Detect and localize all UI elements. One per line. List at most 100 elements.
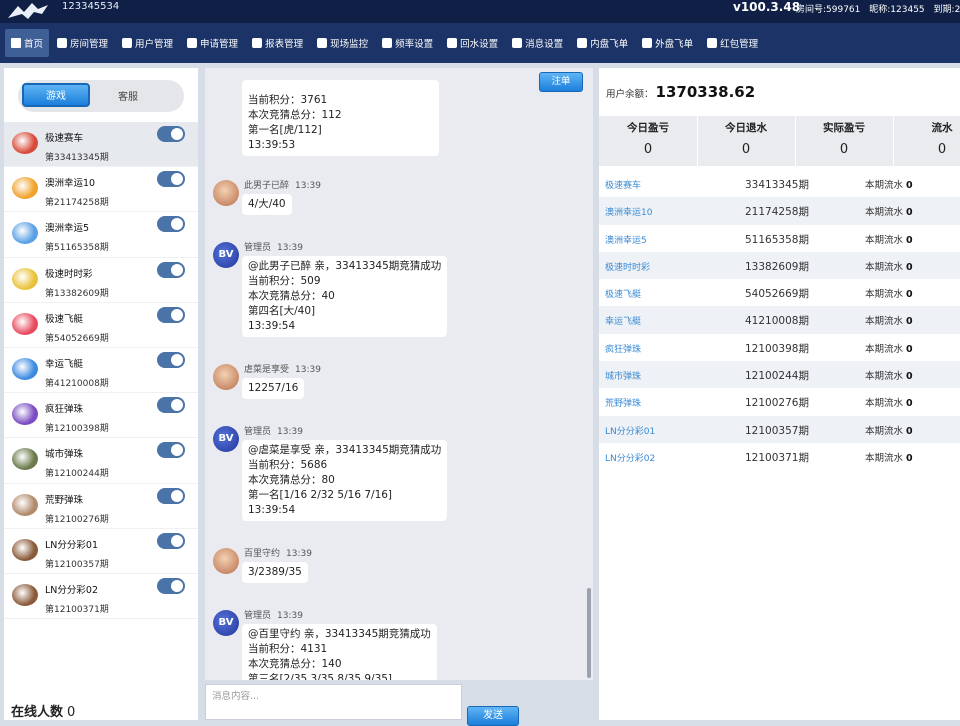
game-panel: 游戏 客服 极速赛车 第33413345期 澳洲幸运10 第21174258期 澳洲幸运… — [4, 68, 198, 720]
expire-date: 到期:2025 — [933, 5, 960, 15]
nav-item-0[interactable]: 首页 — [5, 29, 50, 57]
message-line: 当前积分：3761 — [248, 94, 328, 106]
nav-label: 报表管理 — [265, 39, 304, 50]
nav-item-10[interactable]: 外盘飞单 — [636, 29, 699, 57]
row-period: 12100276期 — [745, 397, 809, 410]
game-toggle[interactable] — [157, 126, 185, 142]
message-line: 第三名[2/35 3/35 8/35 9/35] — [248, 673, 393, 680]
game-item[interactable]: 城市弹珠 第12100244期 — [4, 438, 198, 484]
game-toggle[interactable] — [157, 171, 185, 188]
row-flow: 本期流水 0 — [865, 313, 913, 327]
tab-games[interactable]: 游戏 — [22, 83, 90, 107]
game-item[interactable]: 疯狂弹珠 第12100398期 — [4, 393, 198, 439]
register-button[interactable]: 注单 — [539, 72, 583, 92]
nav-item-5[interactable]: 现场监控 — [311, 29, 374, 57]
game-list: 极速赛车 第33413345期 澳洲幸运10 第21174258期 澳洲幸运5 第5116… — [4, 122, 198, 620]
row-period: 33413345期 — [745, 179, 809, 191]
game-thumbnail-icon — [12, 267, 38, 290]
game-link[interactable]: 幸运飞艇 — [605, 314, 641, 327]
game-link[interactable]: 极速飞艇 — [605, 287, 641, 300]
game-thumbnail-icon — [12, 312, 38, 335]
message-line: 本次竞猜总分：40 — [248, 290, 335, 302]
game-item[interactable]: LN分分彩01 第12100357期 — [4, 529, 198, 574]
message-input[interactable]: 消息内容... — [205, 684, 462, 720]
game-period: 第12100276期 — [45, 514, 109, 525]
flow-value: 0 — [906, 398, 913, 410]
game-period: 第12100357期 — [45, 559, 109, 570]
row-period: 54052669期 — [745, 288, 809, 301]
message-line: 第一名[虎/112] — [248, 124, 322, 136]
nav-item-9[interactable]: 内盘飞单 — [571, 29, 634, 57]
game-item[interactable]: 澳洲幸运5 第51165358期 — [4, 212, 198, 258]
game-link[interactable]: 极速赛车 — [605, 178, 641, 191]
stat-label: 实际盈亏 — [823, 122, 865, 134]
send-button[interactable]: 发送 — [467, 706, 519, 726]
game-link[interactable]: LN分分彩01 — [605, 424, 655, 437]
stats-row: 今日盈亏 0 今日退水 0 实际盈亏 0 流水 0 — [599, 116, 960, 166]
game-toggle[interactable] — [157, 351, 185, 368]
message-bubble: 12257/16 — [242, 378, 305, 399]
message-bubble: @百里守约 亲，33413345期竞猜成功 当前积分：4131 本次竞猜总分：140… — [242, 624, 437, 680]
flow-label: 本期流水 — [865, 398, 904, 410]
message-line: 4/大/40 — [248, 198, 286, 210]
game-toggle[interactable] — [157, 487, 185, 504]
table-row: 极速时时彩 13382609期 本期流水 0 — [599, 251, 960, 280]
game-link[interactable]: 极速时时彩 — [605, 260, 650, 273]
flow-value: 0 — [906, 452, 913, 464]
game-item[interactable]: 极速飞艇 第54052669期 — [4, 303, 198, 348]
game-thumbnail-icon — [12, 132, 38, 154]
nav-label: 房间管理 — [70, 39, 109, 50]
stat-label: 流水 — [931, 122, 953, 134]
game-toggle[interactable] — [157, 532, 185, 549]
nav-item-11[interactable]: 红包管理 — [701, 29, 764, 57]
game-item[interactable]: 极速赛车 第33413345期 — [4, 122, 198, 168]
game-link[interactable]: 澳洲幸运10 — [605, 205, 652, 218]
chat-scrollbar[interactable] — [587, 588, 591, 678]
game-link[interactable]: 澳洲幸运5 — [605, 233, 647, 246]
game-item[interactable]: 澳洲幸运10 第21174258期 — [4, 167, 198, 213]
nav-item-8[interactable]: 消息设置 — [506, 29, 569, 57]
nav-item-2[interactable]: 用户管理 — [116, 29, 179, 57]
table-row: LN分分彩02 12100371期 本期流水 0 — [599, 443, 960, 470]
flow-label: 本期流水 — [865, 234, 904, 246]
message-bubble: @此男子已醉 亲，33413345期竞猜成功 当前积分：509 本次竞猜总分：40 第… — [242, 256, 448, 337]
game-item[interactable]: 幸运飞艇 第41210008期 — [4, 348, 198, 394]
game-thumbnail-icon — [12, 538, 38, 561]
chat-panel[interactable]: @重装出发 亲，33413345期竞猜成功当前积分：3761本次竞猜总分：112… — [205, 68, 593, 680]
game-thumbnail-icon — [12, 493, 38, 516]
plus-square-icon — [187, 38, 198, 48]
game-link[interactable]: 城市弹珠 — [605, 369, 641, 382]
game-toggle[interactable] — [157, 442, 185, 459]
message-sender: 管理员 13:39 — [244, 608, 303, 621]
stat-cell: 实际盈亏 0 — [795, 116, 894, 166]
flow-value: 0 — [906, 343, 913, 355]
row-flow: 本期流水 0 — [865, 450, 913, 464]
nav-item-7[interactable]: 回水设置 — [441, 29, 504, 57]
balance-label: 用户余额： — [606, 89, 654, 100]
rocket-icon — [642, 38, 653, 48]
gear-icon — [382, 38, 393, 48]
game-thumbnail-icon — [12, 583, 38, 606]
nav-item-4[interactable]: 报表管理 — [246, 29, 309, 57]
game-link[interactable]: 荒野弹珠 — [605, 396, 641, 409]
game-toggle[interactable] — [157, 216, 185, 233]
row-flow: 本期流水 0 — [865, 423, 913, 437]
game-item[interactable]: 极速时时彩 第13382609期 — [4, 258, 198, 303]
game-toggle[interactable] — [157, 261, 185, 278]
game-toggle[interactable] — [157, 577, 185, 594]
nav-label: 频率设置 — [395, 39, 434, 50]
nav-item-3[interactable]: 申请管理 — [181, 29, 244, 57]
message-line: @此男子已醉 亲，33413345期竞猜成功 — [248, 260, 442, 272]
message-line: 13:39:54 — [248, 320, 296, 332]
nav-item-6[interactable]: 频率设置 — [376, 29, 439, 57]
online-number: 0 — [67, 705, 76, 720]
game-toggle[interactable] — [157, 397, 185, 414]
game-item[interactable]: 荒野弹珠 第12100276期 — [4, 484, 198, 529]
tab-service[interactable]: 客服 — [118, 88, 138, 103]
game-link[interactable]: 疯狂弹珠 — [605, 342, 641, 355]
nav-item-1[interactable]: 房间管理 — [51, 29, 114, 57]
game-toggle[interactable] — [157, 306, 185, 323]
game-item[interactable]: LN分分彩02 第12100371期 — [4, 574, 198, 620]
game-link[interactable]: LN分分彩02 — [605, 451, 655, 464]
game-thumbnail-icon — [12, 448, 38, 471]
